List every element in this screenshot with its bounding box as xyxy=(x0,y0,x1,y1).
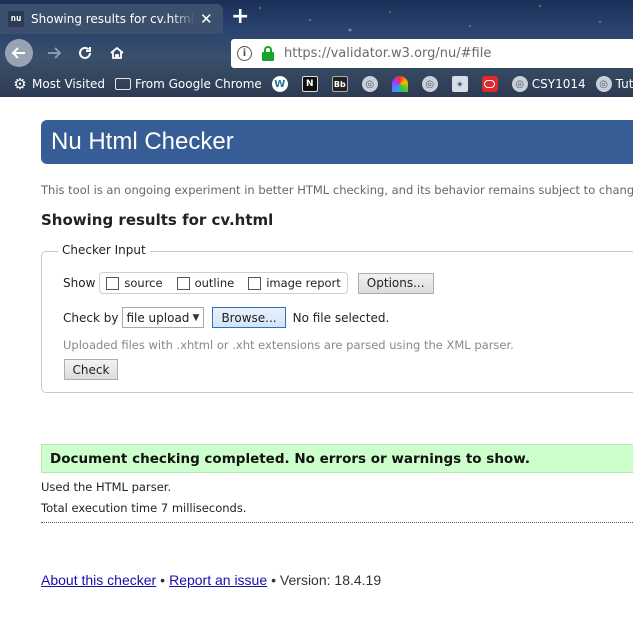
xml-parser-note: Uploaded files with .xhtml or .xht exten… xyxy=(63,338,514,352)
footer-bullet: • xyxy=(160,572,166,588)
new-tab-button[interactable]: + xyxy=(231,4,249,29)
reload-button[interactable] xyxy=(71,39,99,67)
gear-icon: ⚙ xyxy=(13,75,27,93)
source-checkbox[interactable] xyxy=(106,276,120,290)
file-status: No file selected. xyxy=(292,310,390,325)
check-by-label: Check by xyxy=(63,310,119,325)
bookmark-csy1014[interactable]: ◎ CSY1014 xyxy=(511,76,586,92)
nu-favicon-icon: nu xyxy=(8,11,24,27)
execution-time-info: Total execution time 7 milliseconds. xyxy=(41,501,247,515)
address-bar[interactable]: i https://validator.w3.org/nu/#file xyxy=(231,39,633,68)
check-by-value: file upload xyxy=(126,310,190,325)
show-row: Show source outline image report Options… xyxy=(63,272,434,294)
chevron-down-icon: ▼ xyxy=(192,312,200,323)
bookmark-wordpress[interactable]: W xyxy=(271,76,292,92)
bookmark-most-visited[interactable]: ⚙ Most Visited xyxy=(12,75,106,93)
bookmark-label: Most Visited xyxy=(32,77,106,91)
tagline: This tool is an ongoing experiment in be… xyxy=(41,183,633,197)
bookmark-globe-2[interactable]: ◎ xyxy=(421,76,442,92)
check-button[interactable]: Check xyxy=(64,359,118,380)
lock-icon[interactable] xyxy=(261,45,275,62)
checker-input-fieldset: Checker Input Show source outline image … xyxy=(41,243,633,393)
image-report-checkbox-label[interactable]: image report xyxy=(266,276,341,290)
bookmark-un[interactable]: N xyxy=(301,76,322,92)
bb-icon: Bb xyxy=(331,76,348,92)
show-label: Show xyxy=(63,276,96,290)
globe-icon: ◎ xyxy=(595,76,612,92)
rainbow-icon xyxy=(391,76,408,92)
info-icon[interactable]: i xyxy=(237,46,252,61)
browser-chrome: nu Showing results for cv.html - Nu ✕ + … xyxy=(0,0,633,97)
un-icon: N xyxy=(301,76,318,92)
browser-toolbar: i https://validator.w3.org/nu/#file xyxy=(0,35,633,71)
bookmark-from-google-chrome[interactable]: From Google Chrome xyxy=(115,77,262,91)
about-checker-link[interactable]: About this checker xyxy=(41,572,156,588)
version-text: • Version: 18.4.19 xyxy=(271,572,382,588)
source-checkbox-item[interactable]: source xyxy=(106,276,163,290)
reload-icon xyxy=(79,46,91,59)
bookmark-tuto[interactable]: ◎ Tuto xyxy=(595,76,633,92)
bookmark-cisco[interactable]: ◈ xyxy=(451,76,472,92)
tab-title: Showing results for cv.html - Nu xyxy=(31,12,196,26)
checker-input-legend: Checker Input xyxy=(58,243,150,257)
browser-tab[interactable]: nu Showing results for cv.html - Nu ✕ xyxy=(0,4,223,34)
close-icon[interactable]: ✕ xyxy=(200,10,213,28)
report-issue-link[interactable]: Report an issue xyxy=(169,572,267,588)
cisco-icon: ◈ xyxy=(451,76,468,92)
oracle-icon xyxy=(481,76,498,92)
page-header: Nu Html Checker xyxy=(41,120,633,164)
wordpress-icon: W xyxy=(271,76,288,92)
globe-icon: ◎ xyxy=(511,76,528,92)
globe-icon: ◎ xyxy=(421,76,438,92)
outline-checkbox-label[interactable]: outline xyxy=(195,276,235,290)
arrow-left-icon xyxy=(11,47,25,59)
bookmark-globe-1[interactable]: ◎ xyxy=(361,76,382,92)
url-text[interactable]: https://validator.w3.org/nu/#file xyxy=(284,46,491,61)
forward-button[interactable] xyxy=(40,39,68,67)
bookmark-label: Tuto xyxy=(615,77,633,91)
success-message: Document checking completed. No errors o… xyxy=(41,444,633,473)
bookmark-bb[interactable]: Bb xyxy=(331,76,352,92)
outline-checkbox-item[interactable]: outline xyxy=(176,276,235,290)
results-heading: Showing results for cv.html xyxy=(41,211,274,229)
image-report-checkbox-item[interactable]: image report xyxy=(248,276,341,290)
bookmark-label: CSY1014 xyxy=(531,77,586,91)
source-checkbox-label[interactable]: source xyxy=(124,276,162,290)
back-button[interactable] xyxy=(5,39,33,67)
page-title: Nu Html Checker xyxy=(51,128,234,155)
check-by-select[interactable]: file upload ▼ xyxy=(122,307,205,328)
bookmarks-bar: ⚙ Most Visited From Google Chrome W N Bb… xyxy=(0,73,633,95)
folder-icon xyxy=(115,78,132,90)
show-options-group: source outline image report xyxy=(99,272,348,294)
arrow-right-icon xyxy=(48,47,62,59)
bookmark-oracle[interactable] xyxy=(481,76,502,92)
home-button[interactable] xyxy=(103,39,131,67)
bookmark-label: From Google Chrome xyxy=(135,77,262,91)
divider xyxy=(41,522,633,523)
footer: About this checker • Report an issue • V… xyxy=(41,572,381,588)
home-icon xyxy=(110,46,124,59)
bookmark-rainbow[interactable] xyxy=(391,76,412,92)
image-report-checkbox[interactable] xyxy=(248,276,262,290)
outline-checkbox[interactable] xyxy=(176,276,190,290)
check-by-row: Check by file upload ▼ Browse... No file… xyxy=(63,307,389,328)
browse-button[interactable]: Browse... xyxy=(212,307,286,328)
parser-info: Used the HTML parser. xyxy=(41,480,172,494)
options-button[interactable]: Options... xyxy=(357,272,434,294)
globe-icon: ◎ xyxy=(361,76,378,92)
